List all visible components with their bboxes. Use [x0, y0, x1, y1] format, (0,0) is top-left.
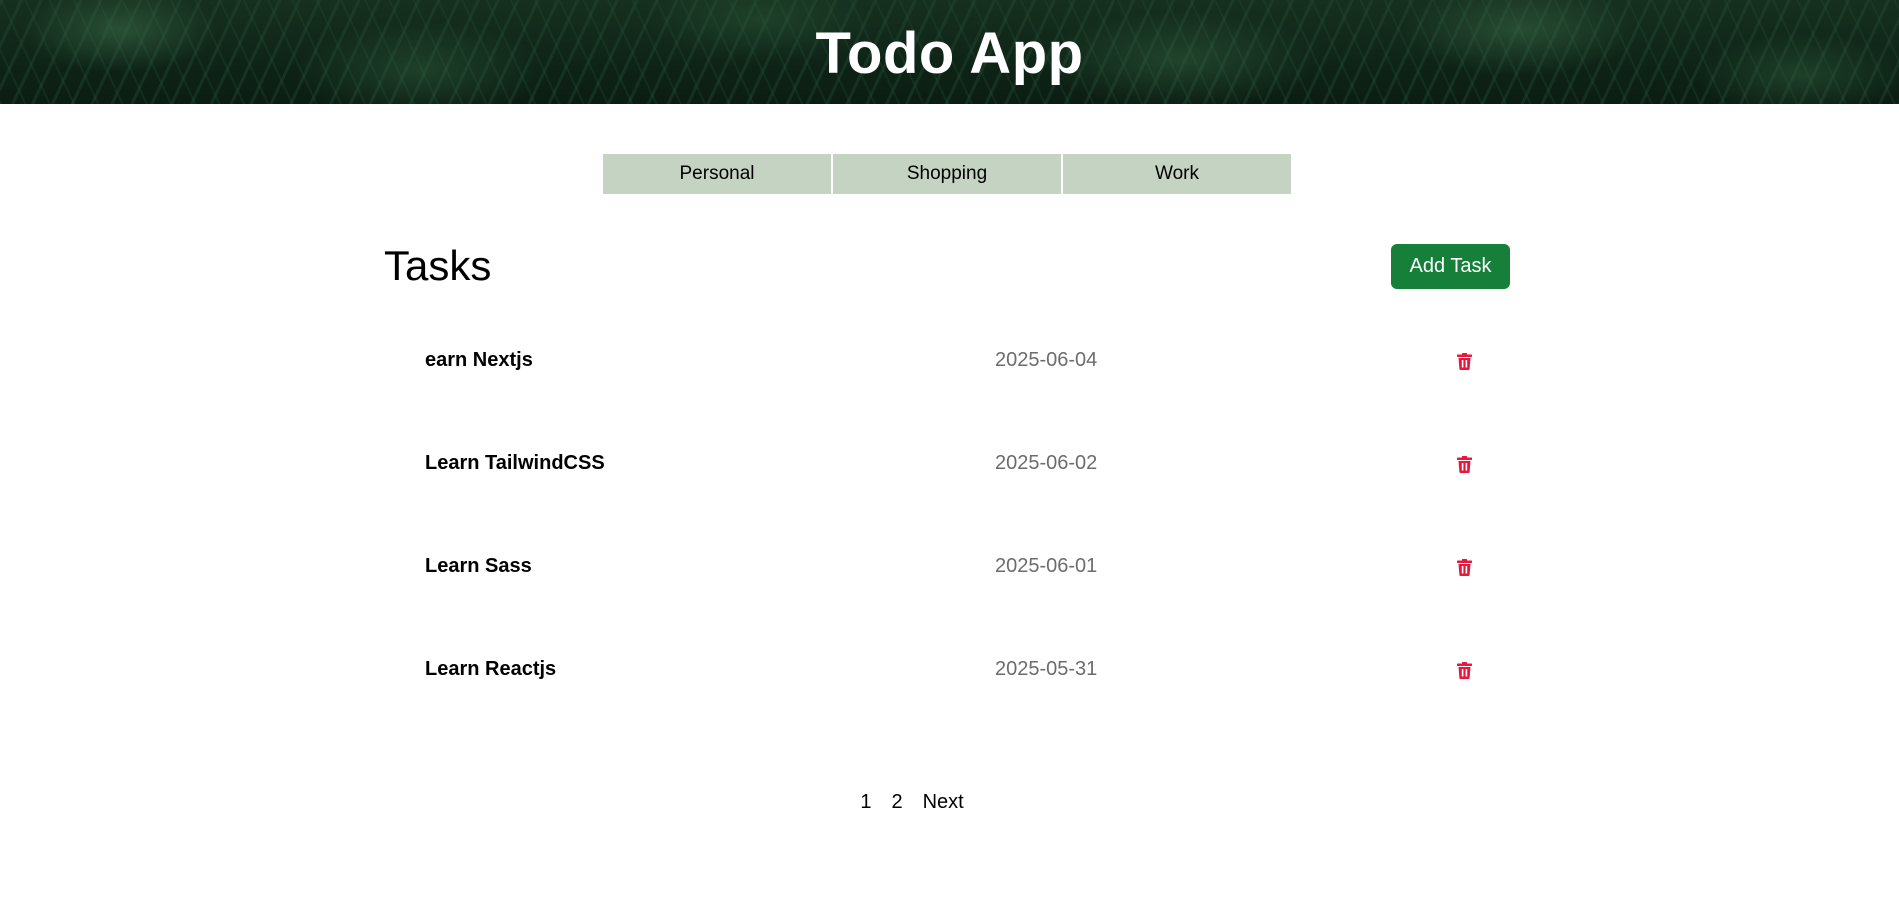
tab-personal[interactable]: Personal — [603, 154, 831, 194]
task-row: Learn TailwindCSS 2025-06-02 — [384, 420, 1510, 523]
pagination: 1 2 Next — [0, 791, 1899, 814]
delete-task-button[interactable] — [1452, 658, 1476, 682]
trash-icon — [1456, 558, 1472, 576]
task-row: earn Nextjs 2025-06-04 — [384, 317, 1510, 420]
delete-task-button[interactable] — [1452, 349, 1476, 373]
next-page-link[interactable]: Next — [913, 791, 974, 814]
app-title: Todo App — [815, 21, 1084, 86]
page-link-1[interactable]: 1 — [850, 791, 881, 814]
task-list: earn Nextjs 2025-06-04 Learn TailwindCSS… — [384, 317, 1510, 729]
task-name[interactable]: Learn Reactjs — [425, 658, 556, 681]
header-banner: Todo App — [0, 0, 1899, 104]
tab-shopping[interactable]: Shopping — [833, 154, 1061, 194]
category-tabs: Personal Shopping Work — [603, 154, 1291, 194]
task-row: Learn Sass 2025-06-01 — [384, 523, 1510, 626]
task-name[interactable]: earn Nextjs — [425, 349, 533, 372]
page-title: Tasks — [384, 242, 492, 289]
trash-icon — [1456, 661, 1472, 679]
task-row: Learn Reactjs 2025-05-31 — [384, 626, 1510, 729]
trash-icon — [1456, 455, 1472, 473]
tab-work[interactable]: Work — [1063, 154, 1291, 194]
trash-icon — [1456, 352, 1472, 370]
task-name[interactable]: Learn Sass — [425, 555, 532, 578]
task-date: 2025-06-01 — [995, 555, 1098, 577]
task-date: 2025-06-02 — [995, 452, 1098, 474]
task-date: 2025-05-31 — [995, 658, 1098, 680]
task-date: 2025-06-04 — [995, 349, 1098, 371]
delete-task-button[interactable] — [1452, 555, 1476, 579]
delete-task-button[interactable] — [1452, 452, 1476, 476]
page-link-2[interactable]: 2 — [881, 791, 912, 814]
task-name[interactable]: Learn TailwindCSS — [425, 452, 605, 475]
add-task-button[interactable]: Add Task — [1391, 244, 1510, 289]
